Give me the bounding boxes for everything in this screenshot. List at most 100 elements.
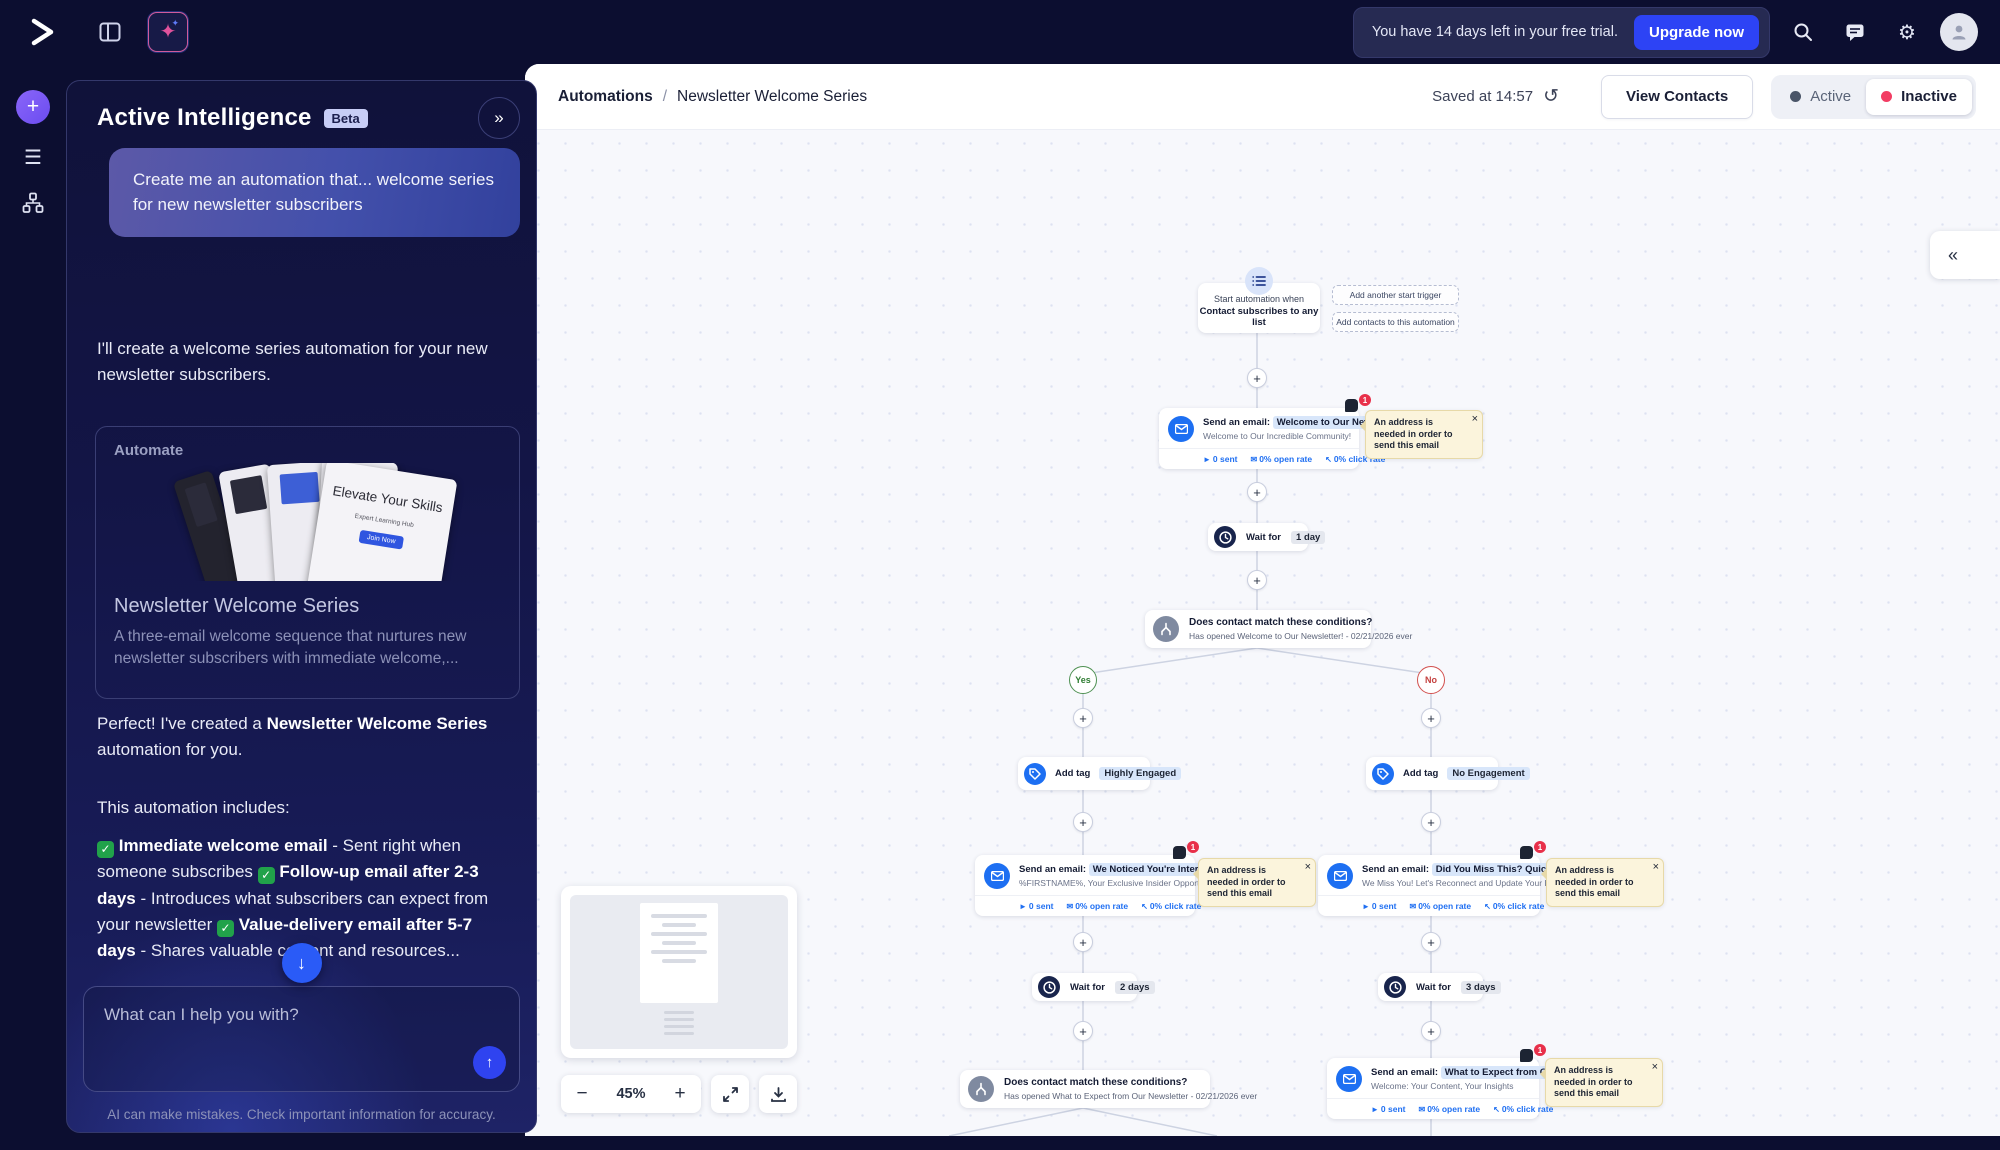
alert-icon	[1173, 846, 1186, 859]
menu-icon[interactable]: ☰	[16, 140, 50, 174]
download-button[interactable]	[759, 1075, 797, 1113]
email-icon	[1336, 1066, 1362, 1092]
automation-template-card[interactable]: Automate Elevate Your Skills Expert Lear…	[95, 426, 520, 699]
beta-badge: Beta	[323, 108, 368, 128]
toggle-inactive[interactable]: Inactive	[1866, 78, 1972, 115]
alert-icon	[1520, 846, 1533, 859]
zoom-in-button[interactable]: +	[659, 1075, 701, 1113]
flow-canvas[interactable]: Start automation when Contact subscribes…	[525, 130, 2000, 1136]
add-step-button[interactable]: +	[1073, 1021, 1093, 1041]
email-node-miss-this[interactable]: Send an email: Did You Miss This? Quick …	[1318, 855, 1590, 916]
automations-nav-icon[interactable]	[16, 186, 50, 220]
feedback-icon[interactable]	[1836, 13, 1874, 51]
warning-badge[interactable]: 1	[1345, 394, 1371, 412]
inactive-dot-icon	[1881, 91, 1893, 102]
warning-badge[interactable]: 1	[1173, 841, 1199, 859]
activecampaign-logo-icon[interactable]	[22, 12, 62, 52]
condition-node-1[interactable]: Does contact match these conditions? Has…	[1145, 610, 1412, 648]
start-node-caption: Start automation when	[1213, 294, 1305, 304]
send-email-label: Send an email:	[1203, 417, 1271, 428]
open-rate-icon: ✉	[1409, 902, 1417, 911]
wait-node-1day[interactable]: Wait for 1 day	[1208, 523, 1326, 551]
ai-sparkle-button[interactable]: ✦ ✦	[148, 12, 188, 52]
chat-input-box: ↑	[83, 986, 520, 1092]
add-step-button[interactable]: +	[1247, 570, 1267, 590]
view-contacts-button[interactable]: View Contacts	[1601, 74, 1754, 119]
add-tag-label: Add tag	[1403, 768, 1439, 779]
collapse-icon: «	[1948, 244, 1959, 265]
add-step-button[interactable]: +	[1421, 1021, 1441, 1041]
up-arrow-icon: ↑	[485, 1054, 494, 1071]
avatar[interactable]	[1940, 13, 1978, 51]
ai-disclaimer: AI can make mistakes. Check important in…	[107, 1107, 496, 1122]
left-rail: + ☰	[0, 64, 66, 1150]
add-step-button[interactable]: +	[1421, 932, 1441, 952]
start-trigger-node[interactable]: Start automation when Contact subscribes…	[1198, 267, 1320, 333]
email-node-interested[interactable]: Send an email: We Noticed You're Interes…	[975, 855, 1244, 916]
open-rate-icon: ✉	[1250, 455, 1258, 464]
create-new-button[interactable]: +	[16, 90, 50, 124]
close-icon[interactable]: ×	[1472, 413, 1478, 425]
email-node-what-to-expect[interactable]: Send an email: What to Expect from Our N…	[1327, 1058, 1591, 1119]
wait-node-3days[interactable]: Wait for 3 days	[1378, 973, 1501, 1001]
history-icon[interactable]: ↺	[1543, 85, 1559, 108]
condition-node-2[interactable]: Does contact match these conditions? Has…	[960, 1070, 1257, 1108]
panel-title: Active Intelligence	[97, 104, 312, 131]
toggle-active[interactable]: Active	[1775, 79, 1866, 115]
email-icon	[1168, 416, 1194, 442]
close-icon[interactable]: ×	[1305, 861, 1311, 873]
add-step-button[interactable]: +	[1421, 812, 1441, 832]
add-tag-node-highly-engaged[interactable]: Add tag Highly Engaged	[1018, 757, 1182, 790]
add-step-button[interactable]: +	[1073, 708, 1093, 728]
add-contacts-button[interactable]: Add contacts to this automation	[1332, 312, 1459, 332]
card-category-label: Automate	[114, 442, 184, 459]
add-step-button[interactable]: +	[1247, 368, 1267, 388]
add-start-trigger-button[interactable]: Add another start trigger	[1332, 285, 1459, 305]
add-step-button[interactable]: +	[1421, 708, 1441, 728]
close-icon[interactable]: ×	[1653, 861, 1659, 873]
warning-badge[interactable]: 1	[1520, 1044, 1546, 1062]
wait-node-2days[interactable]: Wait for 2 days	[1032, 973, 1155, 1001]
breadcrumb-separator: /	[662, 87, 668, 105]
split-panel-icon[interactable]	[90, 12, 130, 52]
upgrade-now-button[interactable]: Upgrade now	[1633, 14, 1759, 50]
clock-icon	[1214, 526, 1236, 548]
add-step-button[interactable]: +	[1073, 932, 1093, 952]
no-branch-badge: No	[1417, 666, 1445, 694]
click-rate-icon: ↖	[1325, 455, 1332, 464]
alert-icon	[1520, 1049, 1533, 1062]
app-window: ✦ ✦ You have 14 days left in your free t…	[0, 0, 2000, 1150]
warning-tooltip: An address is needed in order to send th…	[1541, 858, 1664, 908]
collapse-panel-button[interactable]: «	[1930, 231, 2000, 279]
includes-heading: This automation includes:	[97, 798, 290, 817]
zoom-out-button[interactable]: −	[561, 1075, 603, 1113]
email-icon	[984, 863, 1010, 889]
collapse-sidebar-button[interactable]: »	[478, 97, 520, 139]
chat-input[interactable]	[84, 987, 519, 1043]
template-front-card: Elevate Your Skills Expert Learning Hub …	[300, 463, 458, 581]
add-tag-node-no-engagement[interactable]: Add tag No Engagement	[1366, 757, 1530, 790]
search-icon[interactable]	[1784, 13, 1822, 51]
wait-label: Wait for	[1070, 981, 1106, 993]
down-arrow-icon: ↓	[297, 952, 306, 973]
breadcrumb-automations[interactable]: Automations	[558, 88, 653, 106]
fit-to-screen-button[interactable]	[711, 1075, 749, 1113]
add-step-button[interactable]: +	[1073, 812, 1093, 832]
send-message-button[interactable]: ↑	[473, 1046, 506, 1079]
close-icon[interactable]: ×	[1652, 1061, 1658, 1073]
warning-count: 1	[1534, 1044, 1546, 1056]
automation-canvas: Automations / Newsletter Welcome Series …	[525, 64, 2000, 1136]
sent-icon: ►	[1362, 902, 1370, 911]
user-message-bubble: Create me an automation that... welcome …	[109, 148, 520, 238]
add-step-button[interactable]: +	[1247, 482, 1267, 502]
minimap[interactable]	[561, 886, 797, 1058]
send-email-label: Send an email:	[1362, 864, 1430, 875]
wait-duration: 2 days	[1115, 980, 1155, 994]
sent-icon: ►	[1019, 902, 1027, 911]
scroll-to-bottom-button[interactable]: ↓	[281, 943, 322, 983]
start-node-trigger: Contact subscribes to any list	[1199, 306, 1319, 328]
email-node-welcome[interactable]: Send an email: Welcome to Our Newsletter…	[1159, 408, 1408, 469]
warning-badge[interactable]: 1	[1520, 841, 1546, 859]
check-icon: ✓	[97, 840, 114, 858]
gear-icon[interactable]: ⚙	[1888, 13, 1926, 51]
